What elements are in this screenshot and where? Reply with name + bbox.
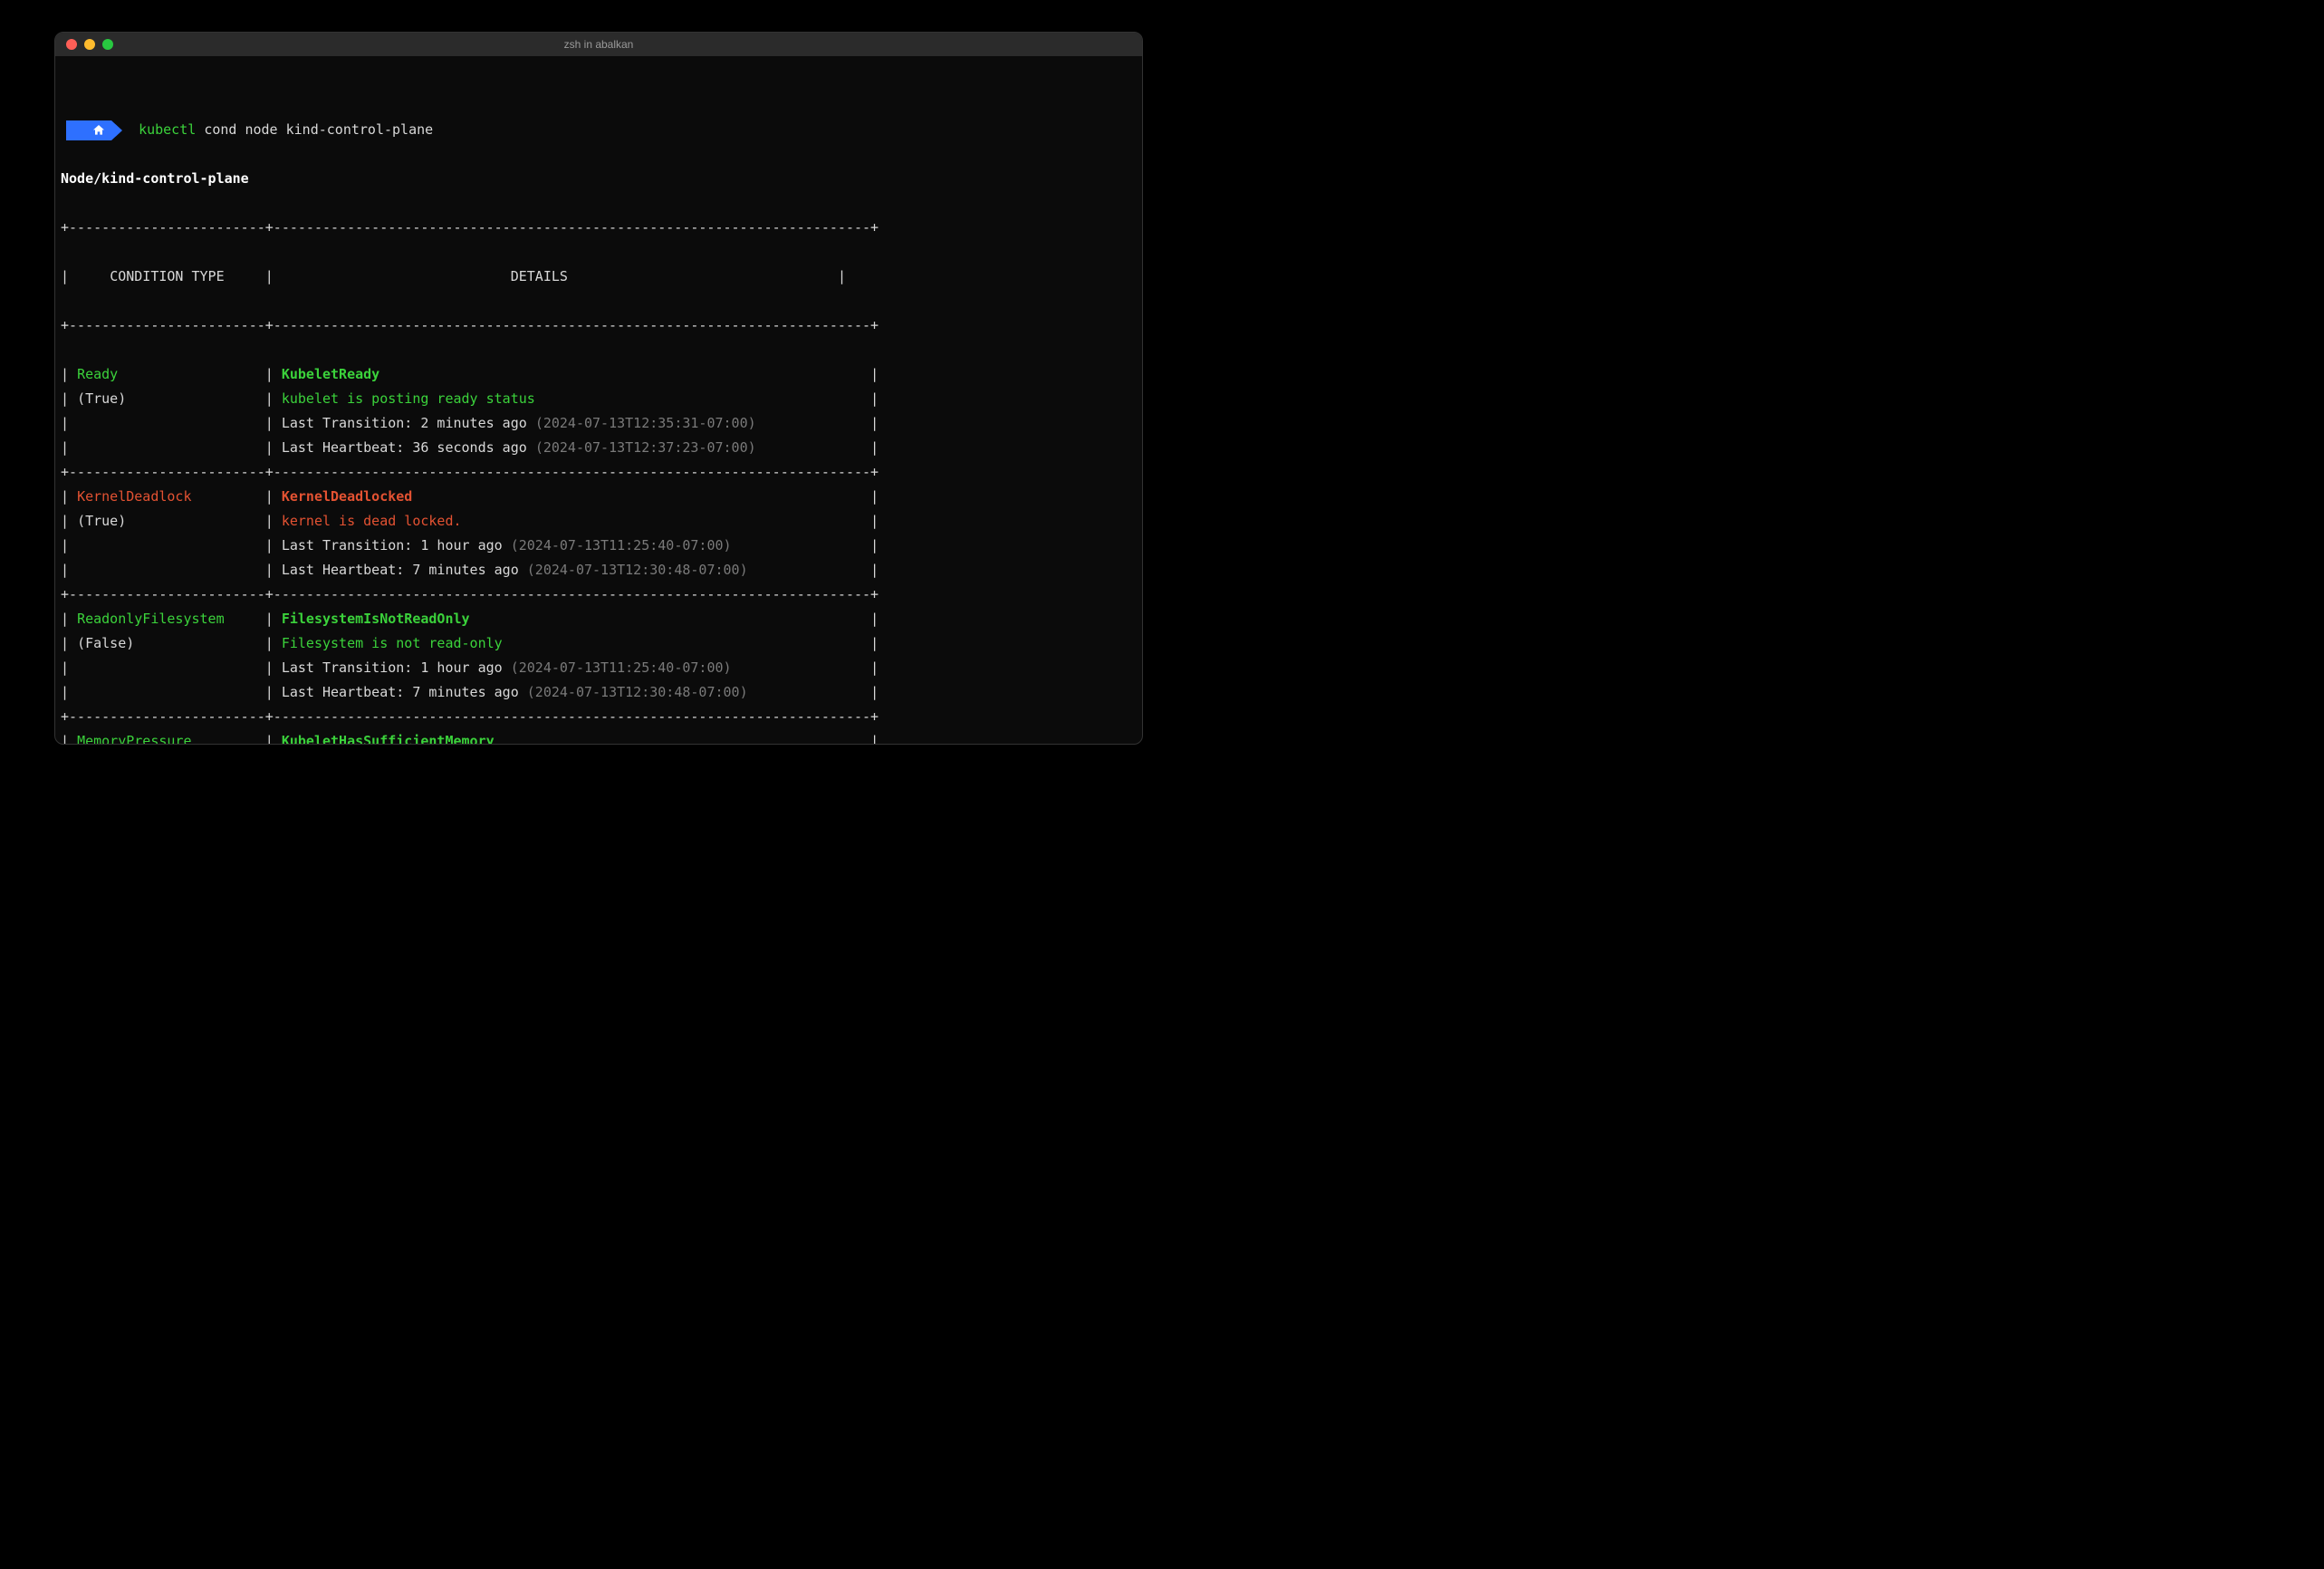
condition-message: Filesystem is not read-only — [282, 635, 503, 651]
terminal-window: zsh in abalkan kubectl cond node kind-co… — [54, 32, 1143, 745]
condition-status: (True) — [77, 390, 126, 407]
condition-reason: KubeletReady — [282, 366, 379, 382]
condition-status: (True) — [77, 513, 126, 529]
col-details: DETAILS — [511, 268, 568, 284]
last-transition-ts: (2024-07-13T11:25:40-07:00) — [511, 659, 732, 676]
prompt-line: kubectl cond node kind-control-plane — [55, 118, 1142, 142]
last-heartbeat-ts: (2024-07-13T12:37:23-07:00) — [535, 439, 756, 456]
condition-name: MemoryPressure — [77, 733, 191, 745]
table-border: +------------------------+--------------… — [55, 313, 1142, 338]
table-row: | | Last Heartbeat: 7 minutes ago (2024-… — [55, 558, 1142, 582]
resource-header: Node/kind-control-plane — [55, 167, 1142, 191]
table-row: | | Last Transition: 2 minutes ago (2024… — [55, 411, 1142, 436]
last-transition: Last Transition: 1 hour ago — [282, 537, 511, 553]
command-name: kubectl — [139, 121, 196, 138]
condition-reason: FilesystemIsNotReadOnly — [282, 611, 470, 627]
table-row: | MemoryPressure | KubeletHasSufficientM… — [55, 729, 1142, 745]
terminal-body[interactable]: kubectl cond node kind-control-plane Nod… — [55, 56, 1142, 745]
last-heartbeat-ts: (2024-07-13T12:30:48-07:00) — [527, 562, 748, 578]
table-row: | Ready | KubeletReady | — [55, 362, 1142, 387]
table-row: | | Last Heartbeat: 7 minutes ago (2024-… — [55, 680, 1142, 705]
window-title: zsh in abalkan — [55, 38, 1142, 51]
last-heartbeat: Last Heartbeat: 7 minutes ago — [282, 684, 527, 700]
last-heartbeat: Last Heartbeat: 7 minutes ago — [282, 562, 527, 578]
table-row: | | Last Transition: 1 hour ago (2024-07… — [55, 656, 1142, 680]
last-transition-ts: (2024-07-13T12:35:31-07:00) — [535, 415, 756, 431]
table-border: +------------------------+--------------… — [55, 460, 1142, 485]
condition-reason: KubeletHasSufficientMemory — [282, 733, 495, 745]
condition-status: (False) — [77, 635, 134, 651]
last-heartbeat: Last Heartbeat: 36 seconds ago — [282, 439, 535, 456]
table-border: +------------------------+--------------… — [55, 582, 1142, 607]
col-condition-type: CONDITION TYPE — [110, 268, 224, 284]
condition-reason: KernelDeadlocked — [282, 488, 413, 505]
table-row: | (False) | Filesystem is not read-only … — [55, 631, 1142, 656]
table-border: +------------------------+--------------… — [55, 216, 1142, 240]
last-heartbeat-ts: (2024-07-13T12:30:48-07:00) — [527, 684, 748, 700]
last-transition: Last Transition: 1 hour ago — [282, 659, 511, 676]
condition-name: ReadonlyFilesystem — [77, 611, 225, 627]
last-transition: Last Transition: 2 minutes ago — [282, 415, 535, 431]
titlebar: zsh in abalkan — [55, 33, 1142, 56]
table-row: | KernelDeadlock | KernelDeadlocked | — [55, 485, 1142, 509]
condition-name: KernelDeadlock — [77, 488, 191, 505]
home-icon — [91, 123, 106, 138]
table-row: | (True) | kubelet is posting ready stat… — [55, 387, 1142, 411]
command-args: cond node kind-control-plane — [204, 121, 433, 138]
condition-name: Ready — [77, 366, 118, 382]
last-transition-ts: (2024-07-13T11:25:40-07:00) — [511, 537, 732, 553]
condition-message: kubelet is posting ready status — [282, 390, 535, 407]
table-header: | CONDITION TYPE | DETAILS | — [55, 265, 1142, 289]
table-row: | | Last Heartbeat: 36 seconds ago (2024… — [55, 436, 1142, 460]
prompt-badge — [66, 120, 122, 140]
table-border: +------------------------+--------------… — [55, 705, 1142, 729]
table-row: | ReadonlyFilesystem | FilesystemIsNotRe… — [55, 607, 1142, 631]
condition-message: kernel is dead locked. — [282, 513, 462, 529]
table-row: | (True) | kernel is dead locked. | — [55, 509, 1142, 534]
table-row: | | Last Transition: 1 hour ago (2024-07… — [55, 534, 1142, 558]
